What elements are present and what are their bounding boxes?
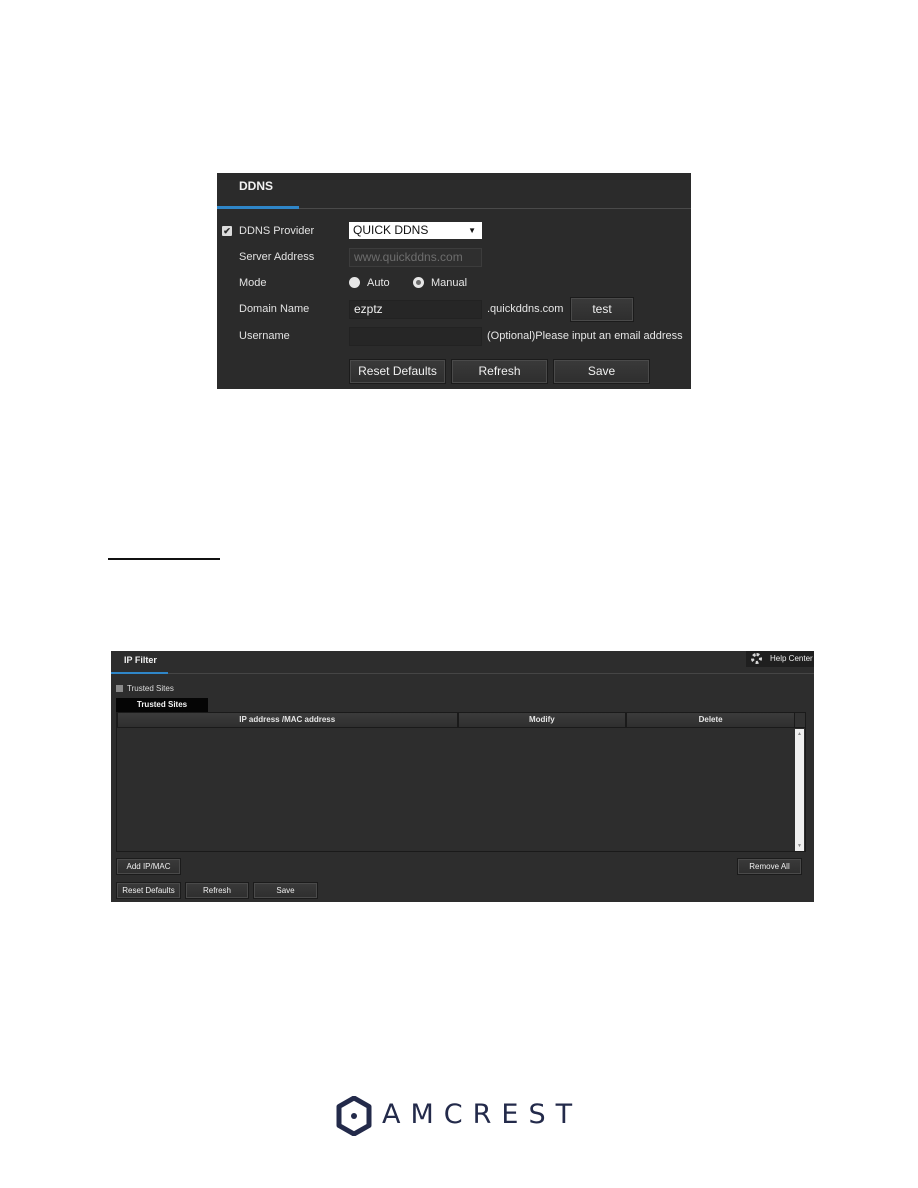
username-input[interactable] bbox=[349, 327, 482, 346]
ddns-provider-row: ✔ DDNS Provider QUICK DDNS ▼ bbox=[217, 222, 691, 242]
tab-ip-filter[interactable]: IP Filter bbox=[124, 655, 157, 665]
ddns-provider-label: DDNS Provider bbox=[239, 225, 315, 237]
domain-name-input[interactable]: ezptz bbox=[349, 300, 482, 319]
trusted-sites-label: Trusted Sites bbox=[127, 684, 174, 693]
trusted-sites-table: IP address /MAC address Modify Delete ▲ … bbox=[116, 712, 806, 852]
help-center-button[interactable]: Help Center bbox=[746, 651, 814, 667]
domain-name-label: Domain Name bbox=[239, 303, 310, 315]
mode-label: Mode bbox=[239, 277, 267, 289]
scroll-up-arrow-icon[interactable]: ▲ bbox=[795, 731, 804, 737]
active-tab-indicator bbox=[111, 672, 168, 674]
ddns-provider-value: QUICK DDNS bbox=[353, 223, 429, 237]
add-ip-mac-button[interactable]: Add IP/MAC bbox=[116, 858, 181, 875]
username-hint: (Optional)Please input an email address bbox=[487, 330, 683, 342]
amcrest-logo: AMCREST bbox=[336, 1094, 586, 1138]
ddns-enable-checkbox[interactable]: ✔ bbox=[222, 226, 232, 236]
scroll-down-arrow-icon[interactable]: ▼ bbox=[795, 843, 804, 849]
username-row: Username (Optional)Please input an email… bbox=[217, 327, 691, 347]
save-button[interactable]: Save bbox=[253, 882, 318, 899]
reset-defaults-button[interactable]: Reset Defaults bbox=[349, 359, 446, 384]
trusted-sites-checkbox[interactable] bbox=[116, 685, 123, 692]
column-header-modify: Modify bbox=[457, 713, 627, 728]
server-address-input[interactable]: www.quickddns.com bbox=[349, 248, 482, 267]
reset-defaults-button[interactable]: Reset Defaults bbox=[116, 882, 181, 899]
mode-manual-radio[interactable] bbox=[413, 277, 424, 288]
active-tab-indicator bbox=[217, 206, 299, 209]
domain-name-row: Domain Name ezptz .quickddns.com test bbox=[217, 297, 691, 322]
column-header-delete: Delete bbox=[626, 713, 795, 728]
help-icon bbox=[751, 653, 762, 664]
table-header: IP address /MAC address Modify Delete bbox=[117, 713, 795, 728]
remove-all-button[interactable]: Remove All bbox=[737, 858, 802, 875]
tab-ddns[interactable]: DDNS bbox=[239, 179, 273, 193]
refresh-button[interactable]: Refresh bbox=[185, 882, 249, 899]
mode-auto-label: Auto bbox=[367, 277, 390, 289]
table-header-corner bbox=[794, 713, 805, 728]
refresh-button[interactable]: Refresh bbox=[451, 359, 548, 384]
ddns-tab-bar: DDNS bbox=[217, 173, 691, 209]
amcrest-hexagon-icon bbox=[336, 1096, 372, 1136]
server-address-label: Server Address bbox=[239, 251, 315, 263]
mode-manual-label: Manual bbox=[431, 277, 468, 289]
save-button[interactable]: Save bbox=[553, 359, 650, 384]
server-address-row: Server Address www.quickddns.com bbox=[217, 248, 691, 268]
tab-trusted-sites[interactable]: Trusted Sites bbox=[116, 698, 208, 712]
table-scrollbar[interactable]: ▲ ▼ bbox=[795, 729, 804, 851]
ip-filter-panel: IP Filter Help Center Trusted Sites Trus… bbox=[111, 651, 814, 902]
column-header-ip-mac: IP address /MAC address bbox=[117, 713, 458, 728]
section-heading-underline bbox=[108, 558, 220, 560]
domain-suffix: .quickddns.com bbox=[487, 303, 564, 315]
ddns-panel: DDNS ✔ DDNS Provider QUICK DDNS ▼ Server… bbox=[217, 173, 691, 389]
brand-wordmark: AMCREST bbox=[382, 1099, 583, 1130]
help-center-label: Help Center bbox=[770, 654, 813, 663]
username-label: Username bbox=[239, 330, 290, 342]
mode-row: Mode Auto Manual bbox=[217, 274, 691, 294]
mode-auto-radio[interactable] bbox=[349, 277, 360, 288]
test-button[interactable]: test bbox=[570, 297, 634, 322]
ddns-provider-select[interactable]: QUICK DDNS ▼ bbox=[349, 222, 482, 239]
dropdown-arrow-icon: ▼ bbox=[468, 226, 476, 235]
ip-filter-tab-bar: IP Filter Help Center bbox=[111, 651, 814, 674]
